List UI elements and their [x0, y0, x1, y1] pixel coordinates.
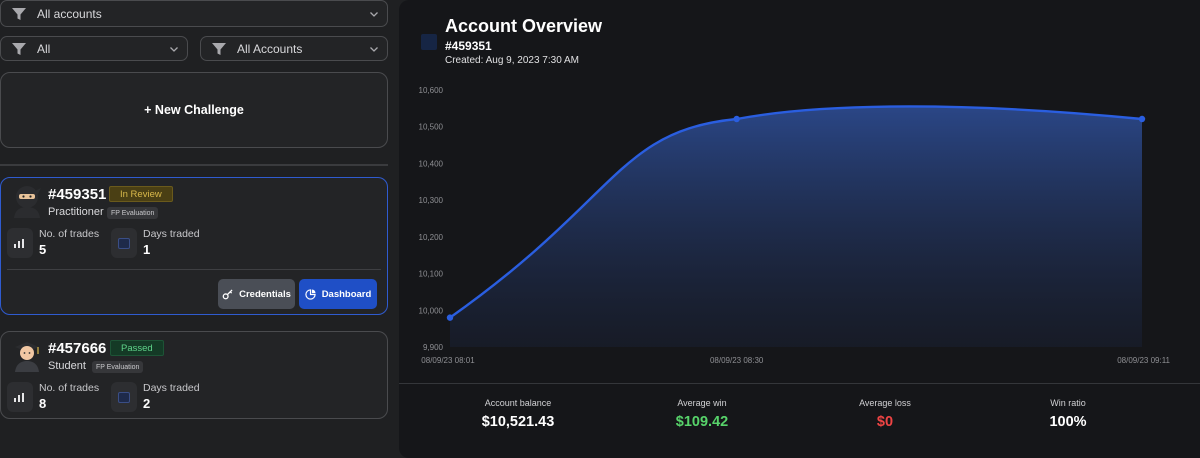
- status-filter-select[interactable]: All: [0, 36, 188, 61]
- chevron-down-icon: [370, 46, 378, 52]
- chart-y-tick-label: 10,500: [419, 123, 444, 132]
- chart-y-tick-label: 10,000: [419, 306, 444, 315]
- chart-y-tick-label: 10,200: [419, 233, 444, 242]
- chevron-down-icon: [370, 11, 378, 17]
- account-filter-select[interactable]: All accounts: [0, 0, 388, 27]
- credentials-button[interactable]: Credentials: [218, 279, 295, 309]
- chart-data-point: [733, 115, 740, 123]
- key-icon: [222, 288, 233, 299]
- metric-label: Account balance: [484, 398, 552, 408]
- metric-value: $10,521.43: [481, 414, 555, 430]
- metric-label: Average loss: [859, 398, 911, 408]
- trades-chart-icon: [7, 228, 33, 258]
- chart-y-tick-label: 10,400: [419, 159, 444, 168]
- chart-y-tick-label: 10,600: [419, 86, 444, 95]
- status-filter-value: All: [37, 41, 51, 56]
- days-value: 1: [143, 242, 151, 257]
- overview-account-id: #459351: [445, 39, 492, 53]
- metric-value: $0: [876, 414, 894, 430]
- card-divider: [7, 269, 381, 270]
- days-value: 2: [143, 396, 151, 411]
- chevron-down-icon: [170, 46, 178, 52]
- days-label: Days traded: [143, 382, 200, 394]
- evaluation-tag: FP Evaluation: [107, 207, 159, 219]
- chart-x-tick-label: 08/09/23 08:01: [421, 356, 475, 365]
- metric-average-loss: Average loss $0: [805, 398, 965, 430]
- trades-label: No. of trades: [39, 228, 100, 240]
- funnel-icon: [12, 42, 26, 55]
- dashboard-button[interactable]: Dashboard: [299, 279, 377, 309]
- panel-divider: [399, 383, 1200, 384]
- metric-label: Average win: [677, 398, 727, 408]
- overview-title: Account Overview: [445, 16, 603, 36]
- account-filter-value: All accounts: [37, 6, 102, 21]
- account-id: #459351: [48, 186, 107, 203]
- trades-label: No. of trades: [39, 382, 100, 394]
- account-role: Practitioner: [48, 206, 104, 218]
- account-card[interactable]: #459351 In Review Practitioner FP Evalua…: [0, 177, 388, 315]
- account-card[interactable]: #457666 Passed Student FP Evaluation No.…: [0, 331, 388, 419]
- ninja-avatar-icon: [14, 186, 41, 218]
- account-overview-panel: 9,900 10,000 10,100 10,200 10,300 10,400 10,50…: [399, 0, 1200, 458]
- chart-data-point: [446, 314, 454, 321]
- chart-x-tick-label: 08/09/23 08:30: [710, 356, 764, 365]
- metric-label: Win ratio: [1050, 398, 1086, 408]
- student-avatar-icon: [15, 342, 39, 372]
- metric-average-win: Average win $109.42: [622, 398, 782, 430]
- metric-value: $109.42: [675, 414, 729, 430]
- trades-chart-icon: [7, 382, 33, 412]
- funnel-icon: [212, 42, 226, 55]
- new-challenge-button[interactable]: + New Challenge: [0, 72, 388, 148]
- calendar-icon: [111, 228, 137, 258]
- chart-x-tick-label: 08/09/23 09:11: [1117, 356, 1170, 365]
- dashboard-label: Dashboard: [321, 288, 372, 300]
- overview-icon: [421, 34, 437, 50]
- section-divider: [0, 164, 388, 166]
- calendar-icon: [111, 382, 137, 412]
- funnel-icon: [12, 7, 26, 20]
- account-id: #457666: [48, 340, 107, 357]
- metric-value: 100%: [1049, 414, 1087, 430]
- status-badge: Passed: [110, 340, 164, 356]
- pie-chart-icon: [305, 288, 316, 300]
- type-filter-select[interactable]: All Accounts: [200, 36, 388, 61]
- chart-y-tick-label: 9,900: [423, 343, 444, 352]
- metric-account-balance: Account balance $10,521.43: [438, 398, 598, 430]
- metric-win-ratio: Win ratio 100%: [988, 398, 1148, 430]
- chart-data-point: [1138, 115, 1146, 123]
- trades-value: 8: [39, 396, 47, 411]
- evaluation-tag: FP Evaluation: [92, 361, 144, 373]
- status-badge: In Review: [109, 186, 173, 202]
- trades-value: 5: [39, 242, 47, 257]
- credentials-label: Credentials: [239, 288, 291, 300]
- account-role: Student: [48, 360, 86, 372]
- type-filter-value: All Accounts: [237, 41, 303, 56]
- overview-created: Created: Aug 9, 2023 7:30 AM: [445, 55, 579, 66]
- chart-area-fill: [450, 106, 1142, 347]
- days-label: Days traded: [143, 228, 200, 240]
- chart-y-tick-label: 10,300: [419, 196, 444, 205]
- chart-y-tick-label: 10,100: [419, 270, 444, 279]
